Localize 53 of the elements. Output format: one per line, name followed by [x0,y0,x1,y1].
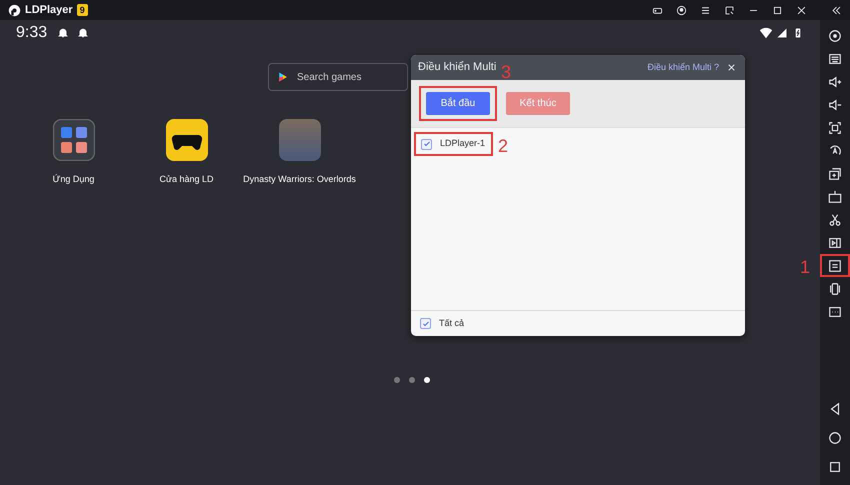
settings-icon[interactable] [828,28,842,42]
annotation-number: 3 [501,63,512,81]
help-link[interactable]: Điều khiển Multi ? [647,60,719,74]
close-icon[interactable] [796,4,807,16]
sync-list-icon[interactable] [828,258,842,272]
app-folder-icon [52,119,94,161]
annotation-number: 2 [498,137,508,156]
add-window-icon[interactable] [828,166,842,180]
notification-icon [77,27,90,39]
clock-time: 9:33 [16,23,48,43]
notification-icon [57,27,70,39]
check-icon [422,140,430,148]
maximize-icon[interactable] [772,4,783,16]
collapse-icon[interactable] [831,4,842,16]
page-dot[interactable] [424,377,430,383]
record-icon[interactable] [828,144,842,158]
app-label[interactable]: Dynasty Warriors: Overlords [243,173,356,186]
volume-down-icon[interactable] [828,98,842,112]
fullscreen-icon[interactable] [828,120,842,134]
volume-up-icon[interactable] [828,74,842,88]
menu-icon[interactable] [700,4,711,16]
annotation-number: 1 [800,258,810,276]
video-icon[interactable] [828,236,842,250]
signal-icon [776,27,788,39]
checkbox-label[interactable]: Tất cả [439,316,464,330]
home-icon[interactable] [828,430,842,444]
gamepad-app-icon [166,119,208,161]
close-icon[interactable] [726,62,737,73]
back-icon[interactable] [828,402,842,416]
logo-icon [8,4,21,16]
checkbox[interactable] [421,138,432,150]
play-store-icon [277,71,289,83]
page-dot[interactable] [394,377,400,383]
check-icon [422,320,430,328]
app-name: LDPlayer [25,2,73,18]
wifi-icon [759,26,773,40]
shake-icon[interactable] [828,282,842,296]
user-icon[interactable] [676,4,687,16]
scissors-icon[interactable] [828,212,842,226]
checkbox-label[interactable]: LDPlayer-1 [440,137,486,151]
recents-icon[interactable] [828,460,842,474]
start-button[interactable]: Bắt đầu [426,92,490,115]
search-field[interactable]: Search games [268,63,408,91]
dialog-title: Điều khiển Multi [418,60,496,76]
keyboard-icon[interactable] [828,52,842,66]
checkbox[interactable] [420,318,431,329]
app-label[interactable]: Cửa hàng LD [159,173,214,186]
page-dot[interactable] [409,377,415,383]
more-icon[interactable] [828,304,842,318]
version-badge: 9 [76,4,88,16]
game-artwork-placeholder [278,119,320,161]
resize-icon[interactable] [724,4,735,16]
app-label[interactable]: Ứng Dụng [52,173,94,186]
